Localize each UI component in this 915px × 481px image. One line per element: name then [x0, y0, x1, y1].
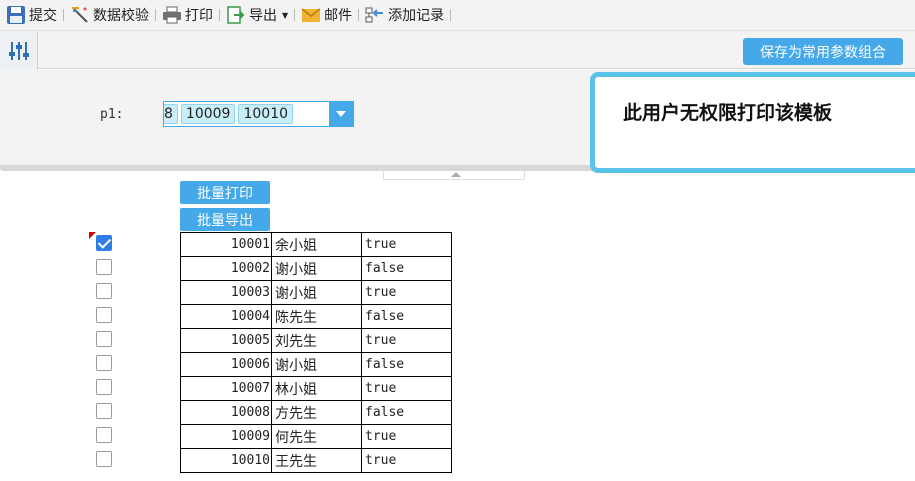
row-id-cell: 10010	[180, 448, 272, 473]
row-flag-cell: false	[361, 352, 452, 377]
row-id-cell: 10007	[180, 376, 272, 401]
mail-button[interactable]: 邮件	[297, 3, 356, 27]
table-row: 10009 何先生 true	[180, 424, 452, 449]
row-flag-cell: true	[361, 448, 452, 473]
table-row: 10007 林小姐 true	[180, 376, 452, 401]
row-checkbox[interactable]	[96, 427, 112, 443]
row-checkbox[interactable]	[96, 283, 112, 299]
toolbar-separator	[294, 9, 296, 21]
toolbar-separator	[358, 9, 360, 21]
row-name-cell: 刘先生	[271, 328, 362, 353]
row-flag-cell: false	[361, 400, 452, 425]
row-flag-cell: true	[361, 328, 452, 353]
table-row: 10002 谢小姐 false	[180, 256, 452, 281]
table-row: 10004 陈先生 false	[180, 304, 452, 329]
row-flag-cell: false	[361, 256, 452, 281]
export-label: 导出	[249, 8, 277, 24]
parameter-panel-toggle[interactable]	[0, 31, 38, 70]
p1-selected-tag[interactable]: 8	[164, 104, 178, 124]
row-flag-cell: true	[361, 232, 452, 257]
save-icon	[7, 6, 25, 24]
row-id-cell: 10004	[180, 304, 272, 329]
p1-selected-tag[interactable]: 10009	[180, 104, 236, 124]
row-checkbox[interactable]	[96, 451, 112, 467]
table-row: 10008 方先生 false	[180, 400, 452, 425]
row-flag-cell: false	[361, 304, 452, 329]
mail-label: 邮件	[324, 8, 353, 24]
row-id-cell: 10002	[180, 256, 272, 281]
row-name-cell: 何先生	[271, 424, 362, 449]
table-row: 10003 谢小姐 true	[180, 280, 452, 305]
export-button[interactable]: 导出 ▼	[222, 3, 292, 27]
batch-print-button[interactable]: 批量打印	[180, 181, 270, 204]
row-checkbox[interactable]	[96, 355, 112, 371]
dropdown-arrow-icon[interactable]	[329, 102, 353, 126]
row-name-cell: 陈先生	[271, 304, 362, 329]
row-name-cell: 林小姐	[271, 376, 362, 401]
row-checkbox[interactable]	[96, 235, 112, 251]
add-record-icon	[365, 7, 384, 23]
report-table: 10001 余小姐 true 10002 谢小姐 false 10003 谢小姐 true 100…	[180, 232, 452, 473]
table-row: 10001 余小姐 true	[180, 232, 452, 257]
cell-marker	[89, 232, 96, 239]
row-id-cell: 10003	[180, 280, 272, 305]
collapse-handle[interactable]	[383, 171, 525, 180]
batch-export-button[interactable]: 批量导出	[180, 208, 270, 231]
row-checkbox[interactable]	[96, 403, 112, 419]
toolbar-separator	[63, 9, 64, 21]
validate-icon	[72, 7, 88, 23]
row-name-cell: 谢小姐	[271, 256, 362, 281]
row-id-cell: 10009	[180, 424, 272, 449]
row-id-cell: 10006	[180, 352, 272, 377]
export-icon	[227, 6, 245, 24]
print-label: 打印	[185, 8, 213, 24]
row-name-cell: 谢小姐	[271, 352, 362, 377]
table-row: 10005 刘先生 true	[180, 328, 452, 353]
table-row: 10006 谢小姐 false	[180, 352, 452, 377]
row-id-cell: 10008	[180, 400, 272, 425]
chevron-down-icon: ▼	[282, 10, 289, 20]
row-id-cell: 10005	[180, 328, 272, 353]
p1-selected-tag[interactable]: 10010	[238, 104, 294, 124]
submit-label: 提交	[29, 8, 57, 24]
print-button[interactable]: 打印	[158, 3, 217, 27]
permission-toast: 此用户无权限打印该模板	[590, 72, 915, 173]
table-row: 10010 王先生 true	[180, 448, 452, 473]
row-name-cell: 王先生	[271, 448, 362, 473]
submit-button[interactable]: 提交	[2, 3, 61, 27]
row-flag-cell: true	[361, 280, 452, 305]
row-flag-cell: true	[361, 376, 452, 401]
row-checkbox[interactable]	[96, 379, 112, 395]
parameter-bar: 保存为常用参数组合	[0, 30, 915, 70]
add-record-button[interactable]: 添加记录	[361, 3, 448, 27]
toolbar-separator	[219, 9, 220, 21]
validate-button[interactable]: 数据校验	[66, 3, 153, 27]
row-checkbox[interactable]	[96, 307, 112, 323]
row-checkbox[interactable]	[96, 331, 112, 347]
toolbar-separator	[155, 9, 156, 21]
toast-message: 此用户无权限打印该模板	[623, 102, 833, 124]
row-checkbox[interactable]	[96, 259, 112, 275]
p1-label: p1:	[100, 107, 124, 122]
parameter-sliders-icon	[8, 41, 29, 60]
toolbar-separator	[450, 9, 452, 21]
row-id-cell: 10001	[180, 232, 272, 257]
validate-label: 数据校验	[93, 8, 149, 24]
add-record-label: 添加记录	[388, 8, 445, 24]
row-name-cell: 方先生	[271, 400, 362, 425]
mail-icon	[301, 8, 321, 22]
row-name-cell: 谢小姐	[271, 280, 362, 305]
p1-multiselect[interactable]: 8 10009 10010	[163, 101, 354, 127]
row-name-cell: 余小姐	[271, 232, 362, 257]
row-flag-cell: true	[361, 424, 452, 449]
toolbar: 提交 数据校验 打印 导出 ▼ 邮件 添加记录	[0, 0, 915, 30]
chevron-up-icon	[451, 172, 461, 177]
save-parameter-combo-button[interactable]: 保存为常用参数组合	[743, 38, 903, 65]
printer-icon	[163, 6, 181, 24]
